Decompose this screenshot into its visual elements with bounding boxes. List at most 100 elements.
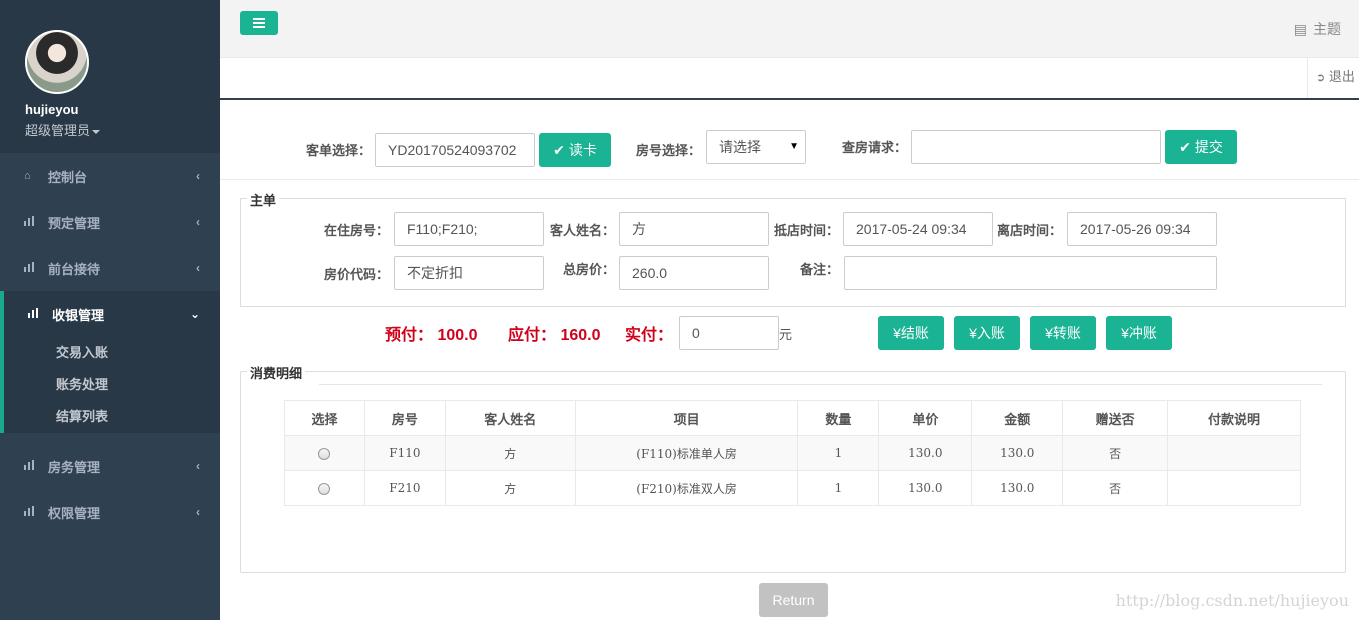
unit-price-cell: 130.0	[878, 470, 973, 506]
unit-price-cell: 130.0	[878, 435, 973, 471]
room-no-field[interactable]: F110;F210;	[394, 212, 544, 246]
checkout-button[interactable]: ¥结账	[878, 316, 944, 350]
rate-code-field[interactable]: 不定折扣	[394, 256, 544, 290]
prepaid-label: 预付： 100.0	[385, 321, 478, 345]
guest-cell: 方	[444, 435, 576, 471]
arrive-time-label: 抵店时间：	[774, 223, 840, 238]
submit-button[interactable]: ✔ 提交	[1165, 130, 1237, 164]
quantity-cell: 1	[797, 470, 880, 506]
remark-field[interactable]	[844, 256, 1217, 290]
sidebar: hujieyou 超级管理员 ⌂ 控制台 ‹ 预定管理 ‹ 前台接待 ‹ 收银管…	[0, 0, 220, 620]
hamburger-icon	[253, 18, 265, 20]
return-button[interactable]: Return	[759, 583, 828, 617]
role-label: 超级管理员	[25, 123, 91, 138]
arrive-time-field[interactable]: 2017-05-24 09:34	[843, 212, 993, 246]
row-radio[interactable]	[318, 482, 331, 495]
bar-chart-icon	[28, 307, 42, 321]
currency-unit: 元	[779, 327, 793, 342]
complimentary-cell: 否	[1062, 470, 1169, 506]
sidebar-item-label: 控制台	[48, 169, 88, 185]
table-header-row: 选择 房号 客人姓名 项目 数量 单价 金额 赠送否 付款说明	[284, 400, 1301, 436]
sidebar-item-label: 前台接待	[48, 261, 101, 277]
check-icon: ✔	[553, 141, 565, 158]
row-radio[interactable]	[318, 447, 331, 460]
item-cell: (F210)标准双人房	[574, 470, 799, 506]
col-complimentary[interactable]: 赠送否	[1062, 400, 1169, 436]
sidebar-item-dashboard[interactable]: ⌂ 控制台 ‹	[0, 153, 220, 199]
post-charge-button[interactable]: ¥入账	[954, 316, 1020, 350]
read-card-label: 读卡	[568, 142, 597, 158]
bar-chart-icon	[24, 261, 38, 275]
col-payment-note[interactable]: 付款说明	[1167, 400, 1301, 436]
watermark: http://blog.csdn.net/hujieyou	[1115, 591, 1349, 610]
leave-time-label: 离店时间：	[997, 223, 1063, 238]
order-input[interactable]: YD20170524093702	[375, 133, 535, 167]
read-card-button[interactable]: ✔ 读卡	[539, 133, 611, 167]
role-dropdown[interactable]: 超级管理员	[25, 120, 220, 139]
room-no-label: 在住房号：	[324, 223, 390, 238]
payment-note-cell	[1167, 435, 1301, 471]
main-order-legend: 主单	[247, 190, 280, 209]
detail-legend: 消费明细	[247, 363, 306, 382]
col-amount[interactable]: 金额	[971, 400, 1064, 436]
col-select[interactable]: 选择	[284, 400, 365, 436]
reverse-button[interactable]: ¥冲账	[1106, 316, 1172, 350]
hamburger-icon-line	[253, 22, 265, 24]
divider	[220, 179, 1359, 180]
chevron-left-icon: ‹	[196, 169, 200, 183]
sidebar-item-label: 房务管理	[48, 459, 101, 475]
check-room-input[interactable]	[911, 130, 1161, 164]
logout-button[interactable]: ➲ 退出	[1307, 58, 1359, 98]
sidebar-item-cashier[interactable]: 收银管理 ⌄	[4, 291, 220, 337]
leave-time-field[interactable]: 2017-05-26 09:34	[1067, 212, 1217, 246]
sidebar-group-cashier: 收银管理 ⌄ 交易入账 账务处理 结算列表	[0, 291, 220, 433]
item-cell: (F110)标准单人房	[574, 435, 799, 471]
chevron-down-icon: ⌄	[189, 307, 200, 321]
avatar[interactable]	[25, 30, 89, 94]
submit-label: 提交	[1194, 139, 1223, 155]
prepaid-label-text: 预付：	[385, 327, 434, 344]
room-select-label: 房号选择：	[636, 143, 702, 158]
col-guest-name[interactable]: 客人姓名	[444, 400, 576, 436]
col-quantity[interactable]: 数量	[797, 400, 880, 436]
sidebar-item-reception[interactable]: 前台接待 ‹	[0, 245, 220, 291]
sidebar-item-housekeeping[interactable]: 房务管理 ‹	[0, 443, 220, 489]
col-item[interactable]: 项目	[574, 400, 799, 436]
sidebar-item-label: 收银管理	[52, 307, 105, 323]
logout-label: 退出	[1328, 69, 1355, 84]
caret-down-icon: ▼	[789, 141, 799, 152]
actual-pay-input[interactable]: 0	[679, 316, 779, 350]
room-no-cell: F210	[363, 470, 446, 506]
col-room-no[interactable]: 房号	[363, 400, 446, 436]
total-price-field[interactable]: 260.0	[619, 256, 769, 290]
col-unit-price[interactable]: 单价	[878, 400, 973, 436]
sidebar-item-reservation[interactable]: 预定管理 ‹	[0, 199, 220, 245]
amount-cell: 130.0	[971, 435, 1064, 471]
sidebar-item-label: 权限管理	[48, 505, 101, 521]
tab-bar: ➲ 退出	[220, 58, 1359, 100]
sidebar-subitem-transaction-entry[interactable]: 交易入账	[4, 337, 220, 369]
transfer-button[interactable]: ¥转账	[1030, 316, 1096, 350]
room-select[interactable]: 请选择 ▼	[706, 130, 806, 164]
bar-chart-icon	[24, 215, 38, 229]
total-price-label: 总房价：	[563, 262, 616, 277]
due-value: 160.0	[560, 327, 601, 344]
theme-label: 主题	[1313, 21, 1341, 37]
theme-button[interactable]: ▤ 主题	[1294, 19, 1341, 39]
remark-label: 备注：	[800, 262, 840, 277]
profile-panel: hujieyou 超级管理员	[0, 0, 220, 153]
sidebar-subitem-account-processing[interactable]: 账务处理	[4, 369, 220, 401]
list-icon: ▤	[1293, 21, 1307, 37]
payment-note-cell	[1167, 470, 1301, 506]
room-no-cell: F110	[363, 435, 446, 471]
detail-table: 选择 房号 客人姓名 项目 数量 单价 金额 赠送否 付款说明 F110 方 (…	[284, 400, 1301, 506]
sidebar-subitem-settlement-list[interactable]: 结算列表	[4, 401, 220, 433]
sidebar-item-permissions[interactable]: 权限管理 ‹	[0, 489, 220, 535]
menu-toggle-button[interactable]	[240, 11, 278, 35]
table-row[interactable]: F110 方 (F110)标准单人房 1 130.0 130.0 否	[284, 435, 1301, 471]
complimentary-cell: 否	[1062, 435, 1169, 471]
table-row[interactable]: F210 方 (F210)标准双人房 1 130.0 130.0 否	[284, 470, 1301, 506]
guest-name-label: 客人姓名：	[550, 223, 616, 238]
check-icon: ✔	[1179, 138, 1191, 155]
guest-name-field[interactable]: 方	[619, 212, 769, 246]
